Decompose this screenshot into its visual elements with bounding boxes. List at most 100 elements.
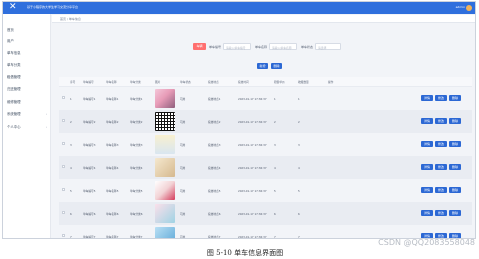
cell-no: 1 xyxy=(70,96,72,101)
filter-chip[interactable]: 车辆 xyxy=(193,43,206,50)
column-header: 租借单价 xyxy=(274,80,285,84)
cell-no: 7 xyxy=(70,234,72,239)
cell-fav: 4 xyxy=(298,165,300,170)
detail-button[interactable]: 详情 xyxy=(421,95,433,101)
detail-button[interactable]: 详情 xyxy=(421,187,433,193)
table-row: 5 单车编号5 单车名称5 单车分类5 可用 投放地点5 2023-01-17 17:36:… xyxy=(59,179,472,202)
detail-button[interactable]: 详情 xyxy=(421,164,433,170)
edit-button[interactable]: 修改 xyxy=(435,118,447,124)
cell-name: 单车名称3 xyxy=(106,142,119,147)
sidebar-item-9[interactable]: 个人中心 xyxy=(7,125,21,129)
breadcrumb: 首页 / 单车信息 xyxy=(52,15,475,23)
row-checkbox[interactable] xyxy=(62,142,65,145)
cell-name: 单车名称1 xyxy=(106,96,119,101)
cell-fav: 2 xyxy=(298,119,300,124)
edit-button[interactable]: 修改 xyxy=(435,164,447,170)
cell-place: 投放地点1 xyxy=(208,96,221,101)
username[interactable]: admin xyxy=(456,5,465,9)
cell-price: 4 xyxy=(274,165,276,170)
cell-price: 5 xyxy=(274,188,276,193)
delete-row-button[interactable]: 删除 xyxy=(449,95,461,101)
close-icon[interactable]: ✕ xyxy=(9,3,17,12)
bike-thumbnail xyxy=(155,135,175,154)
cell-name: 单车名称6 xyxy=(106,211,119,216)
cell-time: 2023-01-17 17:36:37 xyxy=(238,142,267,147)
cell-fav: 7 xyxy=(298,234,300,239)
row-checkbox[interactable] xyxy=(62,211,65,214)
cell-no: 3 xyxy=(70,142,72,147)
table-row: 2 单车编号2 单车名称2 单车分类2 可用 投放地点2 2023-01-17 17:36:… xyxy=(59,110,472,133)
delete-button[interactable]: 删除 xyxy=(271,63,282,69)
cell-status: 可用 xyxy=(180,211,186,216)
chevron-right-icon: › xyxy=(45,112,47,116)
filter-label-2: 单车名称 xyxy=(255,45,268,49)
bike-thumbnail xyxy=(155,158,175,177)
cell-time: 2023-01-17 17:36:37 xyxy=(238,96,267,101)
app-window: ✕ 基于小程序的大学生学习交流分享平台 admin 首页用户单车信息单车分类租借… xyxy=(2,1,476,239)
cell-code: 单车编号5 xyxy=(83,188,96,193)
sidebar-item-6[interactable]: 归还管理 xyxy=(7,87,21,91)
row-checkbox[interactable] xyxy=(62,188,65,191)
filter-input-2[interactable]: 请输入单车名称 xyxy=(269,43,297,50)
cell-status: 可用 xyxy=(180,96,186,101)
detail-button[interactable]: 详情 xyxy=(421,210,433,216)
row-checkbox[interactable] xyxy=(62,119,65,122)
edit-button[interactable]: 修改 xyxy=(435,95,447,101)
table-row: 1 单车编号1 单车名称1 单车分类1 可用 投放地点1 2023-01-17 17:36:… xyxy=(59,87,472,110)
cell-category: 单车分类4 xyxy=(130,165,143,170)
delete-row-button[interactable]: 删除 xyxy=(449,118,461,124)
column-header: 收藏数量 xyxy=(298,80,309,84)
column-header: 操作 xyxy=(328,80,334,84)
cell-fav: 6 xyxy=(298,211,300,216)
cell-category: 单车分类3 xyxy=(130,142,143,147)
delete-row-button[interactable]: 删除 xyxy=(449,141,461,147)
table-row: 4 单车编号4 单车名称4 单车分类4 可用 投放地点4 2023-01-17 17:36:… xyxy=(59,156,472,179)
cell-name: 单车名称4 xyxy=(106,165,119,170)
row-checkbox[interactable] xyxy=(62,96,65,99)
sidebar-item-7[interactable]: 维修管理 xyxy=(7,100,21,104)
column-header: 投放地点 xyxy=(208,80,219,84)
detail-button[interactable]: 详情 xyxy=(421,118,433,124)
row-checkbox[interactable] xyxy=(62,165,65,168)
column-header: 单车名称 xyxy=(106,80,117,84)
filter-input-3[interactable]: 请选择 xyxy=(315,43,341,50)
bike-thumbnail xyxy=(155,89,175,108)
cell-code: 单车编号7 xyxy=(83,234,96,239)
cell-code: 单车编号3 xyxy=(83,142,96,147)
edit-button[interactable]: 修改 xyxy=(435,187,447,193)
row-checkbox[interactable] xyxy=(62,234,65,237)
avatar[interactable] xyxy=(466,5,472,11)
bike-thumbnail xyxy=(155,204,175,223)
cell-name: 单车名称5 xyxy=(106,188,119,193)
top-bar: ✕ 基于小程序的大学生学习交流分享平台 admin xyxy=(3,2,475,14)
sidebar-item-2[interactable]: 用户 xyxy=(7,39,14,43)
cell-time: 2023-01-17 17:36:37 xyxy=(238,119,267,124)
edit-button[interactable]: 修改 xyxy=(435,141,447,147)
add-button[interactable]: 新增 xyxy=(257,63,268,69)
bike-thumbnail xyxy=(155,227,175,238)
delete-row-button[interactable]: 删除 xyxy=(449,210,461,216)
cell-category: 单车分类7 xyxy=(130,234,143,239)
cell-name: 单车名称7 xyxy=(106,234,119,239)
cell-fav: 1 xyxy=(298,96,300,101)
cell-status: 可用 xyxy=(180,188,186,193)
cell-category: 单车分类1 xyxy=(130,96,143,101)
filter-input-1[interactable]: 请输入单车编号 xyxy=(223,43,251,50)
table-row: 3 单车编号3 单车名称3 单车分类3 可用 投放地点3 2023-01-17 17:36:… xyxy=(59,133,472,156)
delete-row-button[interactable]: 删除 xyxy=(449,187,461,193)
delete-row-button[interactable]: 删除 xyxy=(449,164,461,170)
cell-status: 可用 xyxy=(180,142,186,147)
sidebar-item-4[interactable]: 单车分类 xyxy=(7,63,21,67)
detail-button[interactable]: 详情 xyxy=(421,141,433,147)
sidebar-item-3[interactable]: 单车信息 xyxy=(7,51,21,55)
cell-no: 2 xyxy=(70,119,72,124)
edit-button[interactable]: 修改 xyxy=(435,210,447,216)
sidebar-item-1[interactable]: 首页 xyxy=(7,28,14,32)
sidebar-item-8[interactable]: 系统管理 xyxy=(7,112,21,116)
column-header: 序号 xyxy=(70,80,76,84)
cell-category: 单车分类5 xyxy=(130,188,143,193)
cell-code: 单车编号4 xyxy=(83,165,96,170)
cell-code: 单车编号6 xyxy=(83,211,96,216)
sidebar-item-5[interactable]: 租借管理 xyxy=(7,75,21,79)
chevron-right-icon: › xyxy=(45,125,47,129)
